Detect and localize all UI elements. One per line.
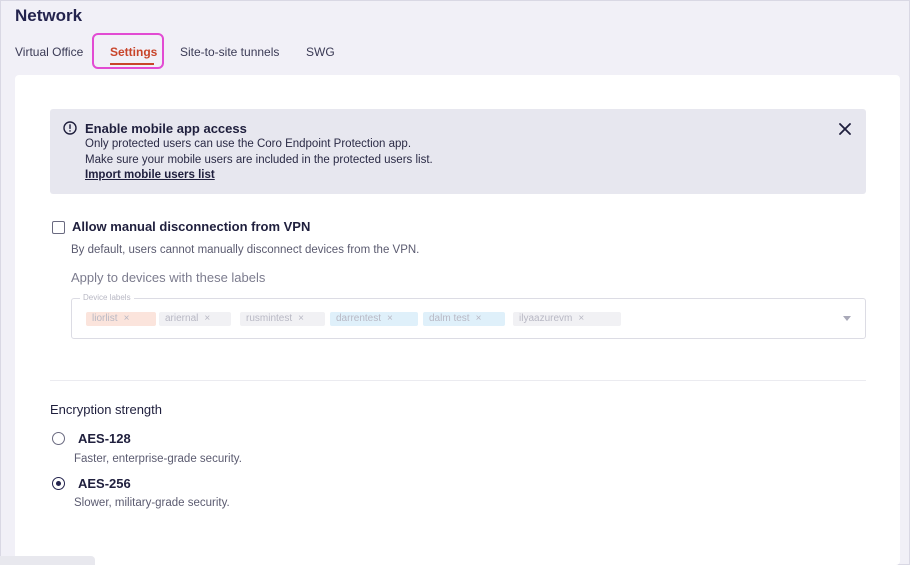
radio-description-aes-256: Slower, military-grade security. xyxy=(74,497,230,509)
radio-label-aes-128[interactable]: AES-128 xyxy=(78,431,131,446)
device-labels-field-label: Device labels xyxy=(80,293,134,302)
chip-remove-icon[interactable]: × xyxy=(476,313,482,324)
radio-aes-128[interactable] xyxy=(52,432,65,445)
radio-description-aes-128: Faster, enterprise-grade security. xyxy=(74,453,242,465)
chip-remove-icon[interactable]: × xyxy=(578,313,584,324)
tab-site-to-site-tunnels[interactable]: Site-to-site tunnels xyxy=(180,45,279,59)
chip-remove-icon[interactable]: × xyxy=(298,313,304,324)
info-circle-icon xyxy=(63,121,77,135)
device-label-chip-text: ariernal xyxy=(165,313,199,324)
chip-remove-icon[interactable]: × xyxy=(124,313,130,324)
section-divider xyxy=(50,380,866,381)
device-label-chip[interactable]: liorlist × xyxy=(86,312,156,326)
allow-disconnect-label[interactable]: Allow manual disconnection from VPN xyxy=(72,219,310,234)
tab-settings-highlight xyxy=(92,33,164,69)
banner-title: Enable mobile app access xyxy=(85,121,247,136)
tab-virtual-office[interactable]: Virtual Office xyxy=(15,45,83,59)
allow-disconnect-checkbox[interactable] xyxy=(52,221,65,234)
device-label-chip[interactable]: ilyaazurevm × xyxy=(513,312,621,326)
device-label-chip[interactable]: ariernal × xyxy=(159,312,231,326)
radio-selected-dot xyxy=(56,481,61,486)
encryption-heading: Encryption strength xyxy=(50,402,163,417)
import-mobile-users-link[interactable]: Import mobile users list xyxy=(85,169,215,181)
close-icon[interactable] xyxy=(838,122,852,136)
page-title: Network xyxy=(15,6,83,25)
bottom-collapsed-tab[interactable] xyxy=(0,556,95,565)
device-label-chip-text: dalm test xyxy=(429,313,470,324)
chevron-down-icon[interactable] xyxy=(843,316,851,321)
device-label-chip-text: rusmintest xyxy=(246,313,293,324)
device-label-chip[interactable]: rusmintest × xyxy=(240,312,325,326)
chip-remove-icon[interactable]: × xyxy=(387,313,393,324)
device-label-chip[interactable]: dalm test × xyxy=(423,312,505,326)
banner-text-line: Make sure your mobile users are included… xyxy=(85,154,433,166)
device-label-chip-text: ilyaazurevm xyxy=(519,313,573,324)
device-label-chip-text: liorlist xyxy=(92,313,118,324)
radio-label-aes-256[interactable]: AES-256 xyxy=(78,476,131,491)
apply-labels-heading: Apply to devices with these labels xyxy=(71,270,266,285)
chip-remove-icon[interactable]: × xyxy=(204,313,210,324)
allow-disconnect-description: By default, users cannot manually discon… xyxy=(71,244,420,256)
tab-swg[interactable]: SWG xyxy=(306,45,335,59)
device-label-chip[interactable]: darrentest × xyxy=(330,312,418,326)
banner-text-line: Only protected users can use the Coro En… xyxy=(85,138,412,150)
radio-aes-256[interactable] xyxy=(52,477,65,490)
device-label-chip-text: darrentest xyxy=(336,313,382,324)
